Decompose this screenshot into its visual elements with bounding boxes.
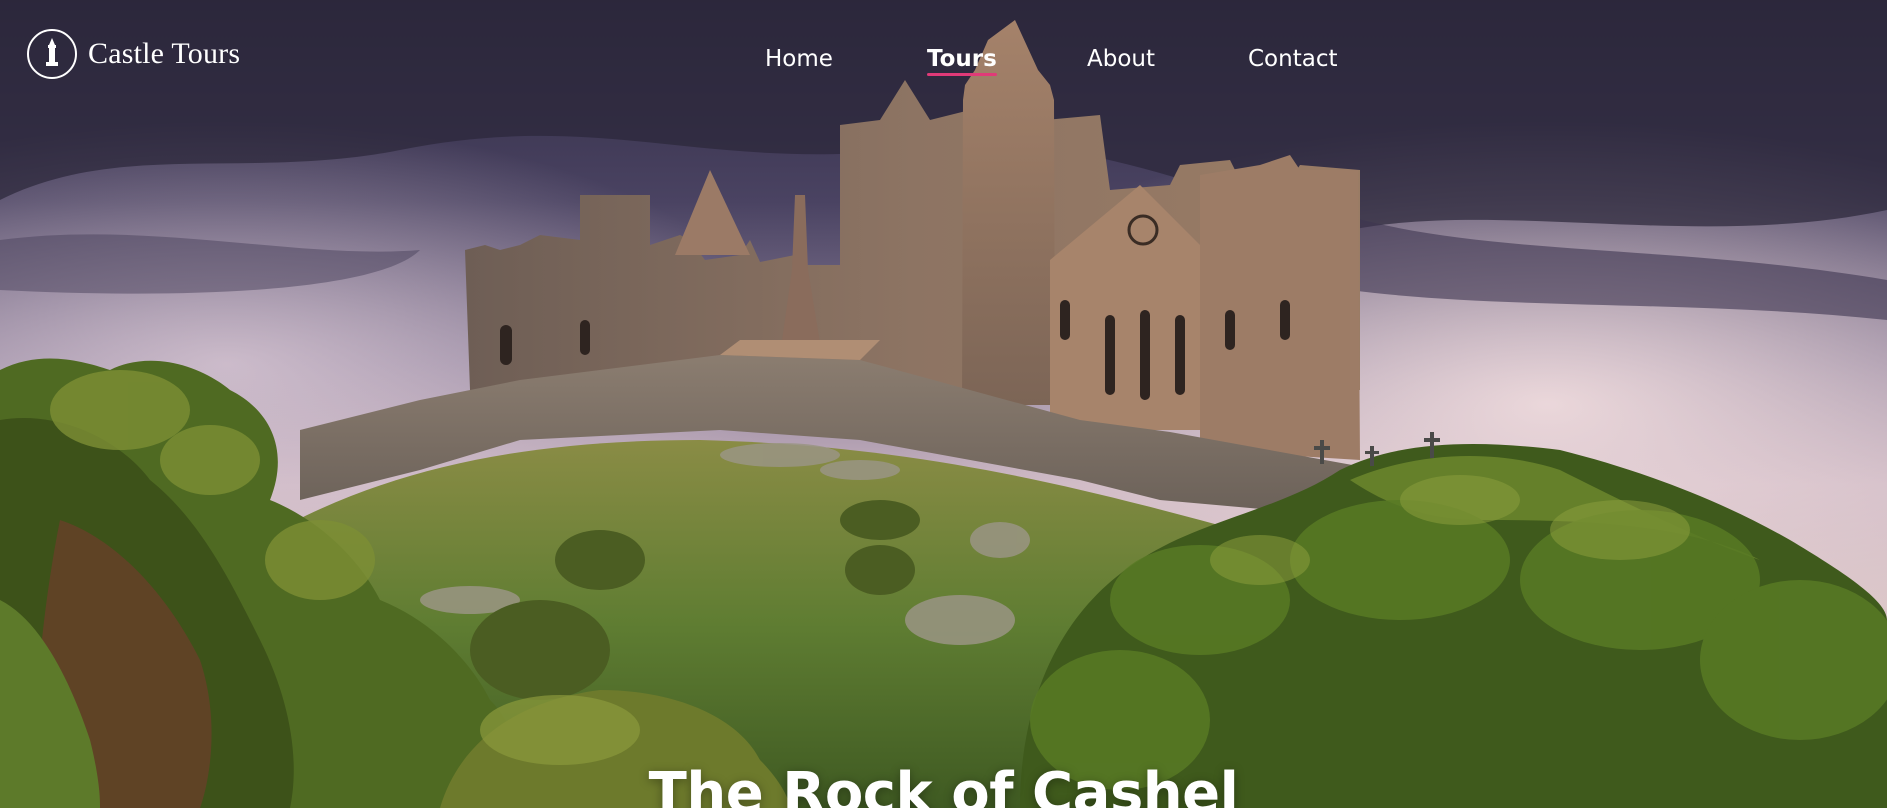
main-nav: Home Tours About Contact <box>0 44 1887 76</box>
active-nav-indicator <box>927 73 997 76</box>
hero-section: Castle Tours Home Tours About Contact Th… <box>0 0 1887 808</box>
nav-link-contact[interactable]: Contact <box>1248 44 1337 74</box>
nav-link-tours[interactable]: Tours <box>927 44 997 76</box>
hero-background-image <box>0 0 1887 808</box>
nav-link-tours-label: Tours <box>927 46 997 72</box>
nav-link-about[interactable]: About <box>1087 44 1155 74</box>
nav-link-home[interactable]: Home <box>765 44 833 74</box>
hero-title: The Rock of Cashel <box>648 760 1239 808</box>
